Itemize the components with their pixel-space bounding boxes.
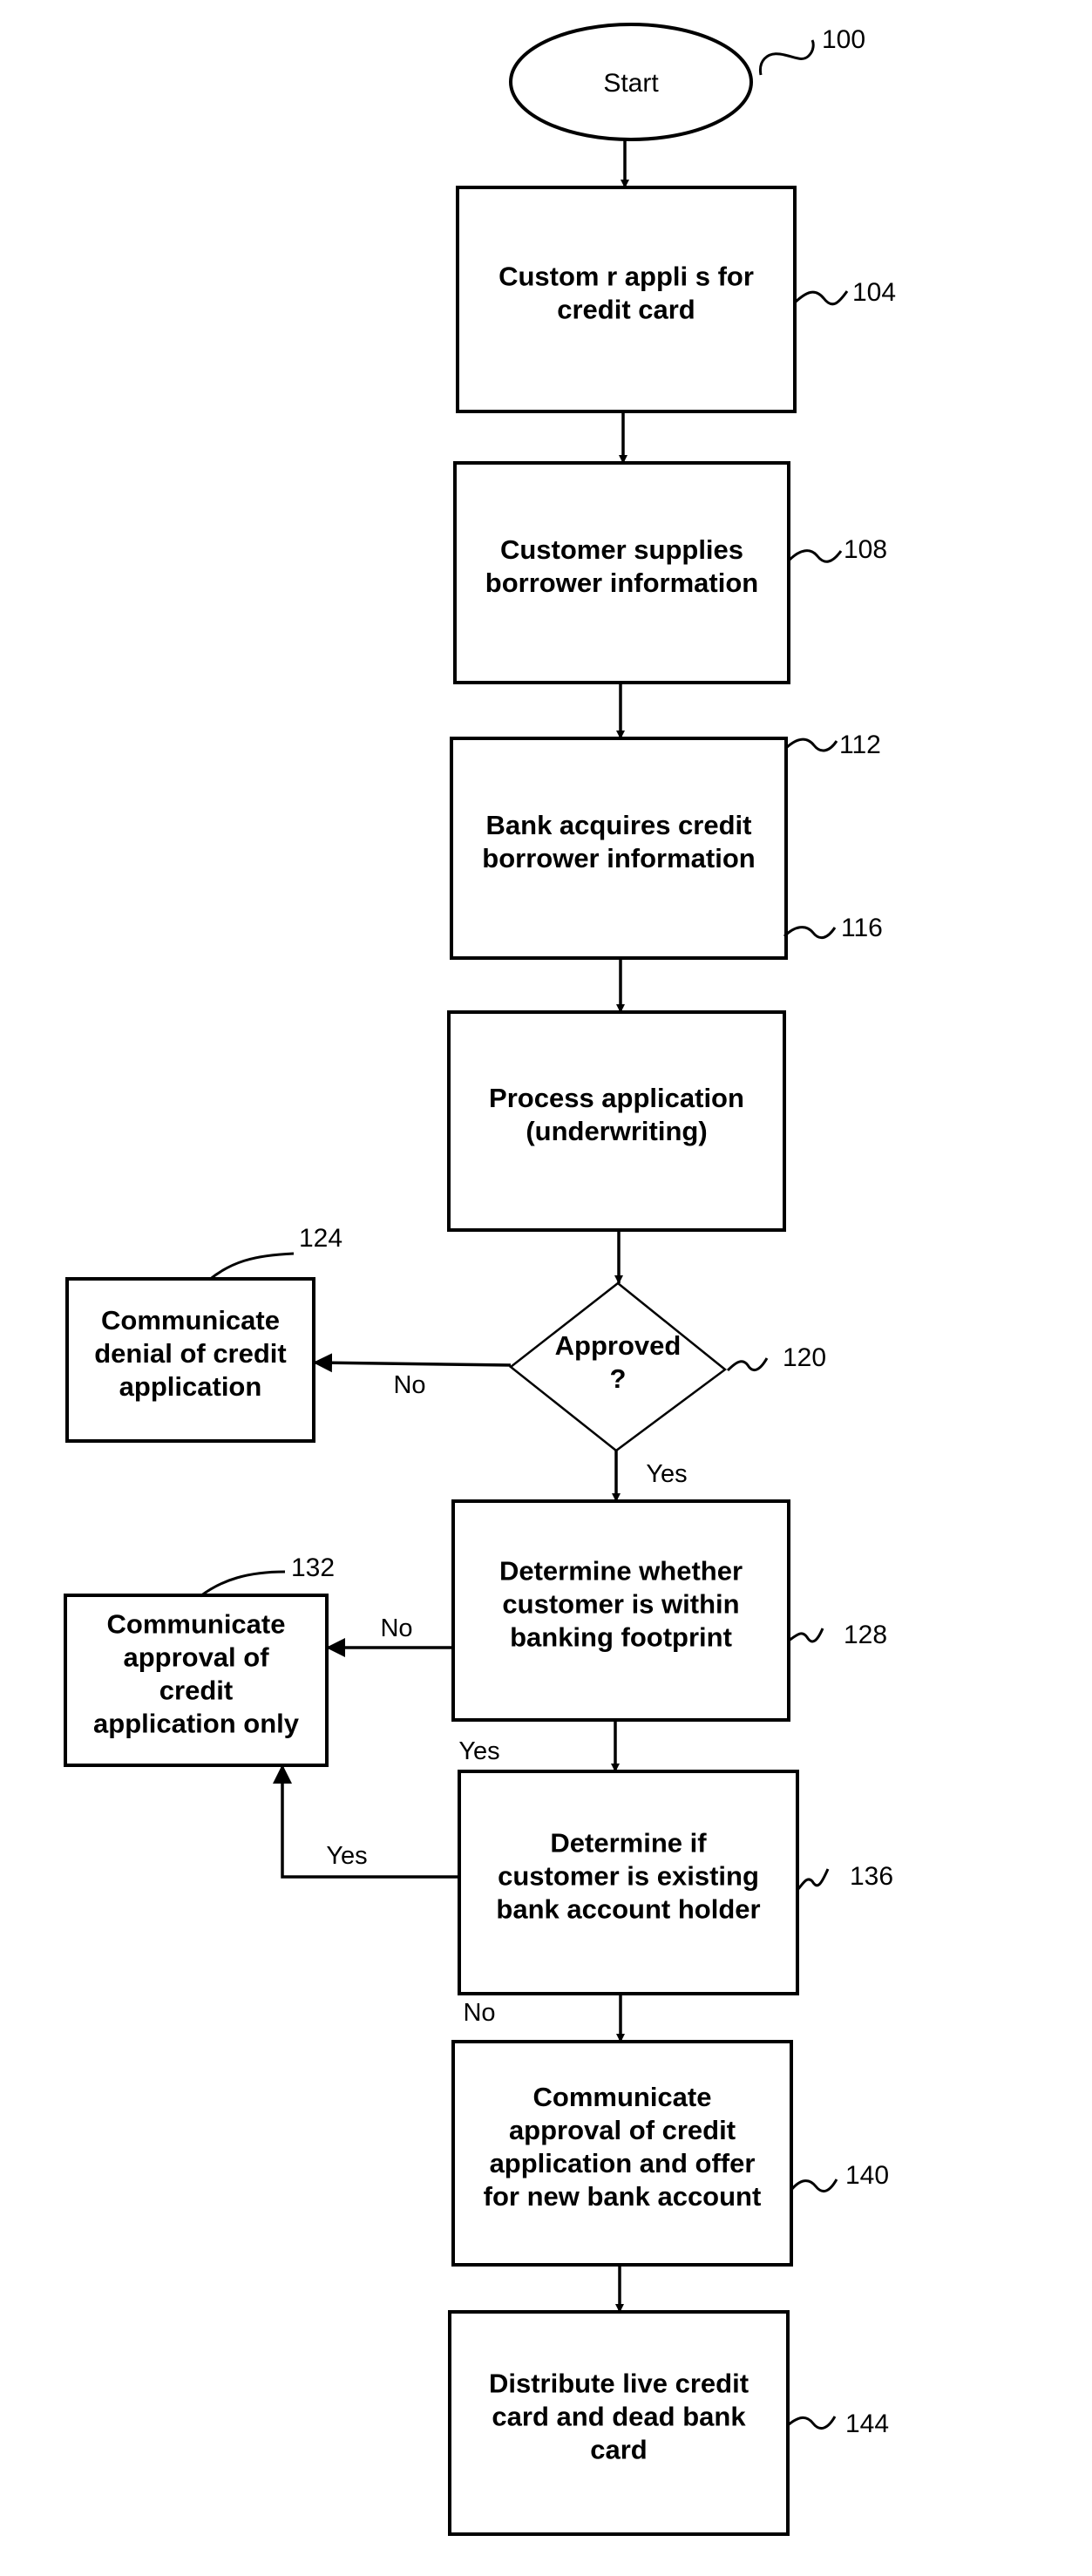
ref-136: 136: [796, 1862, 893, 1891]
reference-numeral: 140: [845, 2161, 889, 2190]
node-text-line: Customer supplies: [500, 534, 743, 565]
node-text-line: ?: [610, 1363, 627, 1394]
node-text-line: approval of: [123, 1642, 269, 1673]
node-112: Bank acquires creditborrower information: [450, 737, 788, 960]
node-text-line: Approved: [555, 1330, 682, 1361]
leader-line: [790, 2178, 838, 2193]
leader-line: [726, 1357, 769, 1372]
node-text-line: approval of credit: [509, 2115, 736, 2145]
node-text-line: (underwriting): [526, 1116, 707, 1146]
node-124: Communicatedenial of creditapplication: [65, 1277, 315, 1443]
edge-n136-to-n132: Yes: [273, 1764, 459, 1879]
ref-100: 100: [758, 25, 865, 76]
node-text-line: credit card: [557, 295, 695, 325]
ref-116: 116: [783, 914, 883, 942]
node-text-line: Communicate: [533, 2082, 712, 2112]
node-text-line: customer is within: [502, 1589, 739, 1620]
leader-line: [783, 926, 837, 940]
node-text-line: credit: [159, 1675, 233, 1706]
edge-n136-to-n140: No: [463, 1994, 625, 2042]
node-text-line: for new bank account: [484, 2181, 762, 2212]
edge-label-no: No: [380, 1614, 412, 1642]
node-128: Determine whethercustomer is withinbanki…: [451, 1499, 790, 1722]
node-text-line: application only: [93, 1709, 300, 1739]
leader-line: [200, 1570, 286, 1598]
reference-numeral: 100: [822, 25, 865, 54]
node-text-line: Distribute live credit: [489, 2369, 749, 2399]
ref-124: 124: [208, 1224, 343, 1281]
ref-140: 140: [790, 2161, 889, 2193]
reference-numeral: 132: [291, 1553, 335, 1582]
node-120: Approved?: [508, 1281, 728, 1452]
reference-numeral: 124: [299, 1224, 343, 1253]
leader-line: [787, 2416, 837, 2430]
node-140: Communicateapproval of creditapplication…: [451, 2040, 793, 2267]
reference-numeral: 104: [852, 278, 896, 307]
reference-numeral: 116: [841, 914, 883, 942]
edge-label-no: No: [463, 1999, 495, 2027]
edge-label-no: No: [393, 1371, 425, 1399]
leader-line: [208, 1252, 295, 1281]
edge-label-yes: Yes: [458, 1737, 499, 1765]
leader-line: [784, 737, 838, 752]
reference-numeral: 120: [783, 1343, 826, 1372]
node-100: Start: [509, 23, 753, 141]
edge-n120-to-n124: No: [313, 1353, 512, 1399]
node-text-line: customer is existing: [498, 1861, 759, 1892]
leader-line: [796, 1868, 830, 1891]
node-144: Distribute live creditcard and dead bank…: [448, 2310, 790, 2536]
edge-n128-to-n132: No: [326, 1614, 453, 1657]
node-text-line: Process application: [489, 1083, 744, 1113]
node-text-line: Bank acquires credit: [486, 810, 752, 840]
ref-128: 128: [788, 1621, 887, 1649]
connector-arrow: [273, 1764, 459, 1879]
leader-line: [788, 1628, 824, 1643]
node-text-line: application and offer: [490, 2148, 756, 2178]
leader-line: [793, 290, 849, 306]
node-text-line: bank account holder: [496, 1894, 760, 1925]
edge-label-yes: Yes: [326, 1842, 367, 1870]
edge-n120-to-n128: Yes: [612, 1451, 688, 1502]
nodes: StartCustom r appli s forcredit cardCust…: [64, 23, 799, 2536]
ref-120: 120: [726, 1343, 826, 1372]
ref-144: 144: [787, 2409, 889, 2438]
node-text-line: Custom r appli s for: [499, 262, 754, 292]
node-136: Determine ifcustomer is existingbank acc…: [458, 1770, 799, 1995]
node-text-line: denial of credit: [94, 1338, 286, 1369]
node-104: Custom r appli s forcredit card: [456, 186, 797, 413]
leader-line: [758, 39, 815, 76]
node-text-line: application: [119, 1371, 262, 1402]
node-132: Communicateapproval ofcreditapplication …: [64, 1594, 329, 1767]
node-text-line: Determine if: [550, 1828, 707, 1859]
node-text-line: borrower information: [485, 568, 758, 598]
node-text-line: Communicate: [101, 1305, 280, 1336]
edge-label-yes: Yes: [646, 1460, 687, 1488]
ref-104: 104: [793, 278, 896, 307]
ref-108: 108: [787, 535, 887, 564]
node-text-line: Communicate: [107, 1609, 286, 1640]
connector-arrow: [313, 1353, 512, 1373]
node-text-line: borrower information: [482, 843, 755, 873]
edge-n128-to-n136: Yes: [458, 1722, 620, 1772]
node-116: Process application(underwriting): [447, 1010, 786, 1232]
reference-numeral: 108: [844, 535, 887, 564]
leader-line: [787, 549, 843, 563]
node-text-line: Start: [603, 69, 659, 98]
node-text-line: Determine whether: [499, 1556, 743, 1587]
ref-112: 112: [784, 731, 881, 759]
ref-132: 132: [200, 1553, 335, 1598]
reference-numeral: 144: [845, 2409, 889, 2438]
node-text-line: card and dead bank: [492, 2402, 746, 2432]
reference-numeral: 136: [850, 1862, 893, 1891]
flowchart: No Yes No Yes Yes No Start Custom r appli s fo…: [64, 23, 896, 2536]
node-text-line: card: [590, 2435, 647, 2465]
reference-numeral: 128: [844, 1621, 887, 1649]
reference-numeral: 112: [839, 731, 881, 759]
node-text-line: banking footprint: [510, 1622, 732, 1653]
node-108: Customer suppliesborrower information: [453, 461, 790, 684]
